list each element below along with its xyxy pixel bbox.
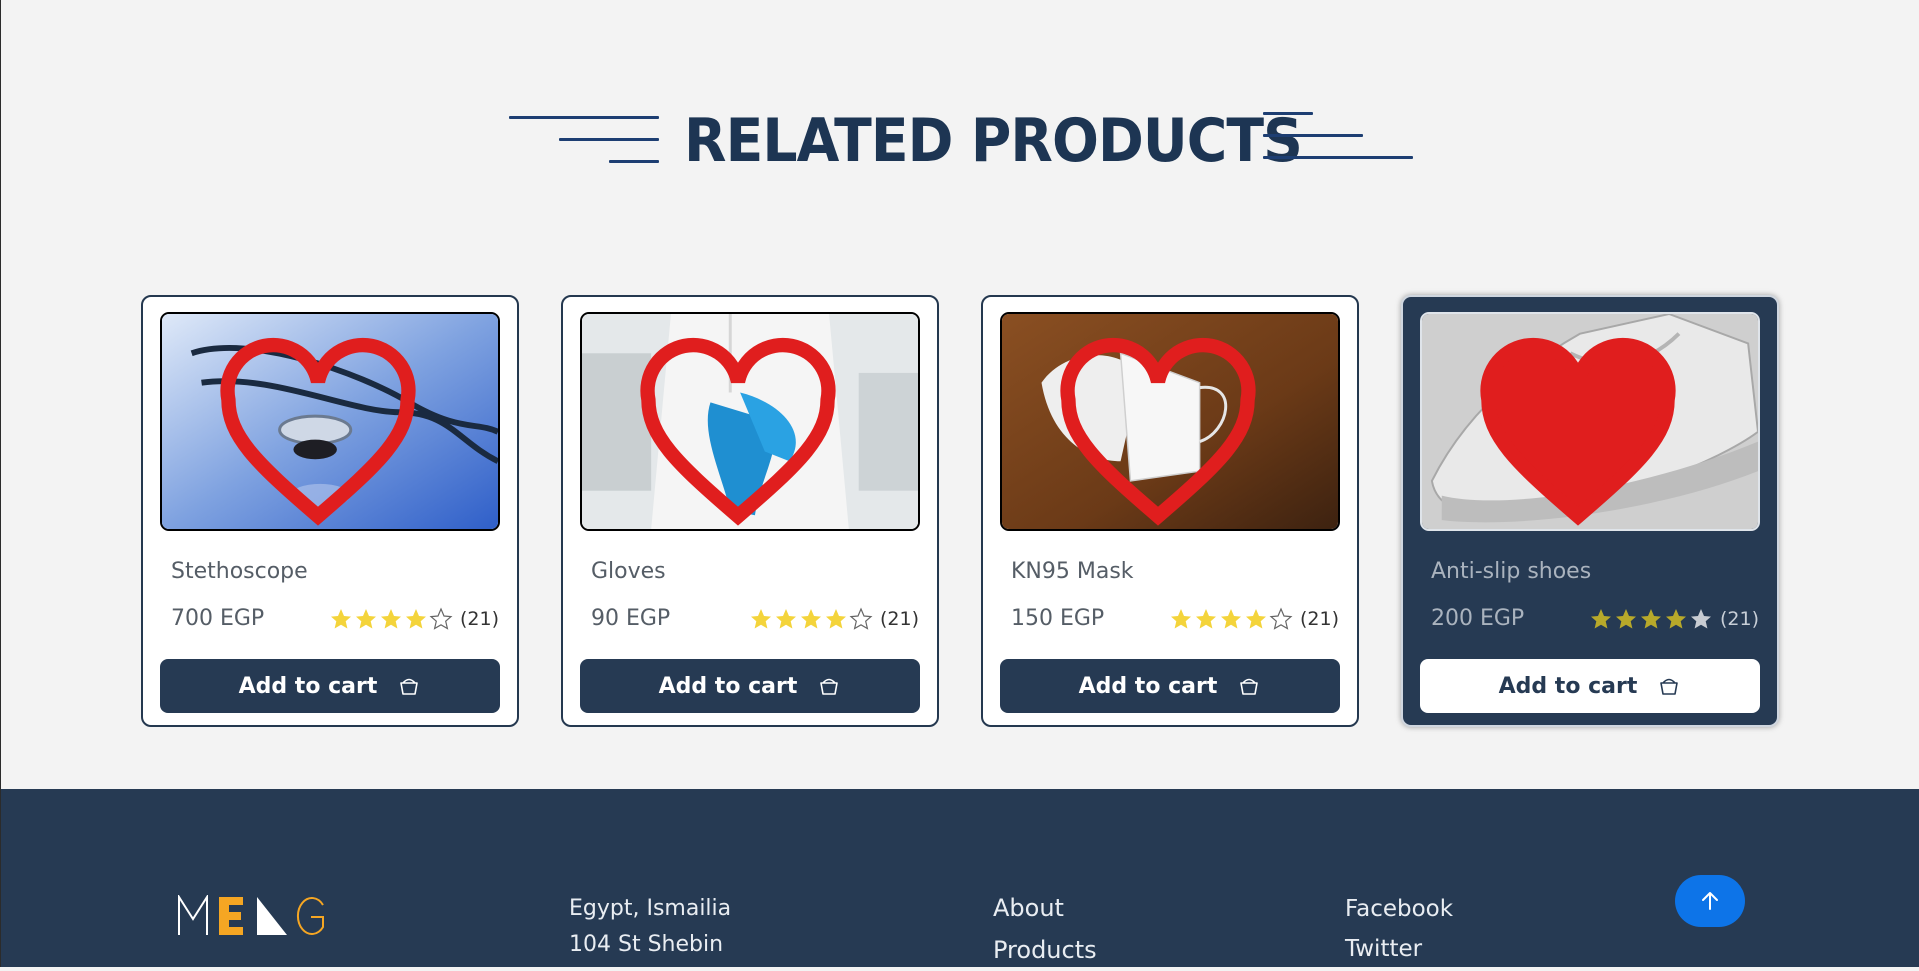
cart-icon <box>1660 678 1679 695</box>
address-line: 104 St Shebin <box>569 932 724 957</box>
product-rating: (21) <box>329 606 499 632</box>
star-filled-icon <box>355 609 376 629</box>
star-filled-icon <box>1170 609 1191 629</box>
review-count: (21) <box>1299 608 1339 630</box>
footer-link-products[interactable]: Products <box>993 929 1097 971</box>
star-filled-icon <box>1220 609 1241 629</box>
address-line: Egypt, Ismailia <box>569 896 732 921</box>
footer-links: About Products <box>993 887 1097 971</box>
footer-social: Facebook Twitter <box>1345 889 1453 969</box>
heading-decoration-line <box>609 160 659 163</box>
product-card[interactable]: Gloves 90 EGP (21) Add to cart <box>561 295 939 727</box>
add-to-cart-label: Add to cart <box>658 673 798 699</box>
star-filled-icon <box>1615 609 1636 629</box>
site-footer: Egypt, Ismailia 104 St Shebin About Prod… <box>1 789 1919 967</box>
heading-decoration-line <box>1263 112 1313 115</box>
heading-decoration-line <box>509 116 659 119</box>
add-to-cart-button[interactable]: Add to cart <box>1000 659 1340 713</box>
heart-icon[interactable] <box>160 328 486 531</box>
scroll-to-top-button[interactable] <box>1675 875 1745 927</box>
add-to-cart-label: Add to cart <box>1078 673 1218 699</box>
footer-link-twitter[interactable]: Twitter <box>1345 929 1453 969</box>
product-rating: (21) <box>749 606 919 632</box>
heading-decoration-line <box>1263 156 1413 159</box>
heart-icon[interactable] <box>1420 328 1746 531</box>
product-image-kn95-mask[interactable] <box>1000 312 1340 531</box>
product-name: Anti-slip shoes <box>1431 559 1592 584</box>
star-empty-icon <box>849 607 873 630</box>
star-filled-icon <box>1665 609 1686 629</box>
add-to-cart-button[interactable]: Add to cart <box>580 659 920 713</box>
product-image-anti-slip-shoes[interactable] <box>1420 312 1760 531</box>
cart-icon <box>1240 678 1259 695</box>
star-filled-icon <box>775 609 796 629</box>
add-to-cart-button[interactable]: Add to cart <box>160 659 500 713</box>
arrow-up-icon <box>1702 892 1718 910</box>
cart-icon <box>400 678 419 695</box>
star-empty-icon <box>429 607 453 630</box>
footer-address: Egypt, Ismailia 104 St Shebin <box>569 891 731 963</box>
product-image-stethoscope[interactable] <box>160 312 500 531</box>
cart-icon <box>820 678 839 695</box>
star-filled-icon <box>1245 609 1266 629</box>
star-filled-icon <box>330 609 351 629</box>
review-count: (21) <box>459 608 499 630</box>
footer-link-about[interactable]: About <box>993 887 1097 929</box>
star-filled-icon <box>750 609 771 629</box>
product-card[interactable]: Anti-slip shoes 200 EGP (21) Add to cart <box>1401 295 1779 727</box>
heart-icon[interactable] <box>580 328 906 531</box>
star-filled-icon <box>1195 609 1216 629</box>
review-count: (21) <box>1719 608 1759 630</box>
heart-icon[interactable] <box>1000 328 1326 531</box>
heading-decoration-line <box>1263 134 1363 137</box>
review-count: (21) <box>879 608 919 630</box>
star-empty-icon <box>1690 609 1711 629</box>
heading-decoration-line <box>559 138 659 141</box>
product-card[interactable]: KN95 Mask 150 EGP (21) Add to cart <box>981 295 1359 727</box>
product-card-list: Stethoscope 700 EGP (21) Add to cart Glo… <box>141 295 1781 729</box>
product-price: 90 EGP <box>591 606 671 631</box>
add-to-cart-button[interactable]: Add to cart <box>1420 659 1760 713</box>
related-products-heading: RELATED PRODUCTS <box>1 100 1919 180</box>
star-filled-icon <box>825 609 846 629</box>
product-rating: (21) <box>1589 606 1759 632</box>
product-price: 150 EGP <box>1011 606 1105 631</box>
star-filled-icon <box>1590 609 1611 629</box>
add-to-cart-label: Add to cart <box>1498 673 1638 699</box>
meng-logo[interactable] <box>177 895 327 937</box>
product-name: Gloves <box>591 559 666 584</box>
product-price: 700 EGP <box>171 606 265 631</box>
footer-link-facebook[interactable]: Facebook <box>1345 889 1453 929</box>
product-name: Stethoscope <box>171 559 308 584</box>
product-rating: (21) <box>1169 606 1339 632</box>
star-filled-icon <box>1640 609 1661 629</box>
star-filled-icon <box>800 609 821 629</box>
product-price: 200 EGP <box>1431 606 1525 631</box>
add-to-cart-label: Add to cart <box>238 673 378 699</box>
product-card[interactable]: Stethoscope 700 EGP (21) Add to cart <box>141 295 519 727</box>
section-title: RELATED PRODUCTS <box>684 106 1303 176</box>
star-filled-icon <box>380 609 401 629</box>
star-empty-icon <box>1269 607 1293 630</box>
product-image-gloves[interactable] <box>580 312 920 531</box>
product-name: KN95 Mask <box>1011 559 1134 584</box>
star-filled-icon <box>405 609 426 629</box>
